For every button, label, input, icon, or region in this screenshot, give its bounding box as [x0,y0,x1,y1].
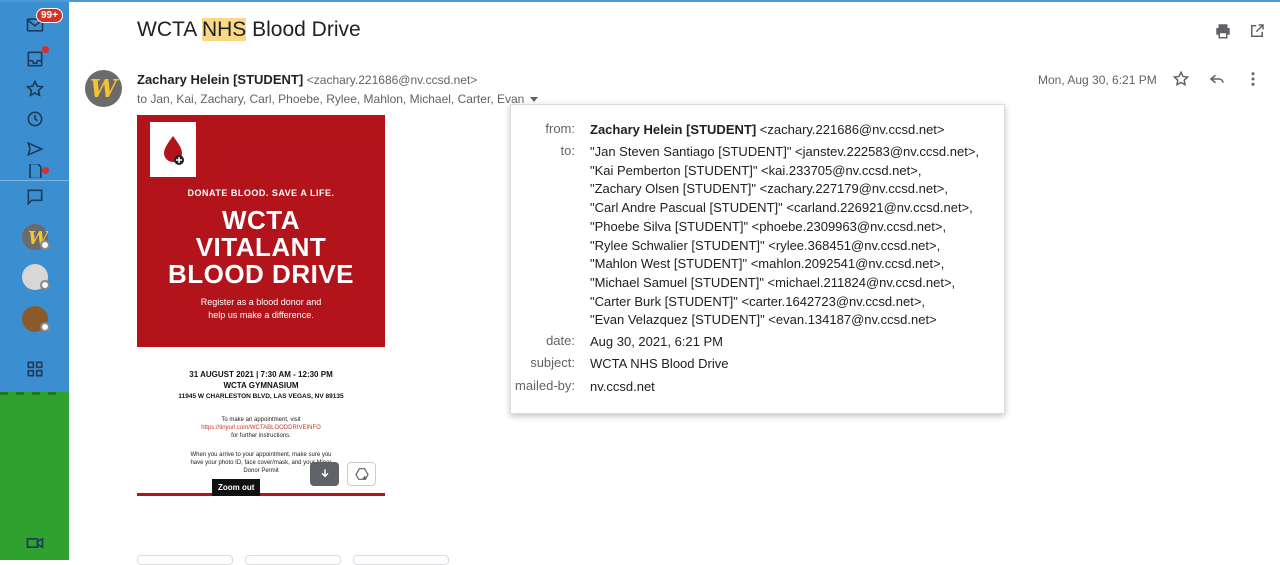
details-from-email: <zachary.221686@nv.ccsd.net> [759,122,945,137]
star-icon[interactable] [22,76,48,102]
flyer-event-date: 31 AUGUST 2021 | 7:30 AM - 12:30 PM [189,370,333,379]
rail-divider [0,180,69,181]
video-icon[interactable] [22,530,48,556]
flyer-title-line-2: VITALANT [195,232,327,262]
details-date-value: Aug 30, 2021, 6:21 PM [590,334,723,349]
sender-email: <zachary.221686@nv.ccsd.net> [306,73,478,87]
flyer-arrival-line-1: When you arrive to your appointment, mak… [190,452,332,458]
draft-notification-dot [42,167,49,174]
download-attachment-button[interactable] [310,462,339,486]
recipient-entry: "Zachary Olsen [STUDENT]" <zachary.22717… [590,181,948,197]
details-subject-row: subject: WCTA NHS Blood Drive [511,355,728,374]
details-subject-value: WCTA NHS Blood Drive [590,356,729,371]
recipient-entry: "Michael Samuel [STUDENT]" <michael.2118… [590,274,956,290]
zoom-out-button[interactable]: Zoom out [212,479,261,496]
open-in-new-window-icon[interactable] [1248,22,1266,40]
apps-icon[interactable] [22,356,48,382]
subject-search-highlight: NHS [201,18,247,41]
recipients-summary[interactable]: to Jan, Kai, Zachary, Carl, Phoebe, Ryle… [137,92,539,106]
recipient-entry: "Carter Burk [STUDENT]" <carter.1642723@… [590,293,926,309]
recipient-entry: "Phoebe Silva [STUDENT]" <phoebe.2309963… [590,218,947,234]
chat-icon[interactable] [22,184,48,210]
details-mailedby-value: nv.ccsd.net [590,379,655,394]
flyer-subtitle-line-1: Register as a blood donor and [200,297,322,307]
details-mailedby-label: mailed-by: [515,378,575,393]
flyer-title-line-3: BLOOD DRIVE [167,259,355,289]
subject-prefix: WCTA [137,18,202,41]
flyer-event-info: 31 AUGUST 2021 | 7:30 AM - 12:30 PM WCTA… [137,369,385,402]
add-to-drive-icon [354,468,369,480]
reply-icon[interactable] [1208,70,1226,88]
show-details-caret-icon[interactable] [530,97,539,103]
top-accent-line [0,0,1280,2]
email-subject-title: WCTA NHS Blood Drive [137,18,361,42]
download-icon [321,469,328,478]
star-icon[interactable] [1172,70,1190,88]
flyer-subtitle-line-2: help us make a difference. [208,310,314,320]
send-icon[interactable] [22,136,48,162]
flyer-tagline: DONATE BLOOD. SAVE A LIFE. [187,188,335,198]
sender-name[interactable]: Zachary Helein [STUDENT] [137,72,303,87]
flyer-instructions-line-1: To make an appointment, visit [221,417,301,423]
sender-line: Zachary Helein [STUDENT] <zachary.221686… [137,72,477,87]
flyer-bottom-bar [137,493,385,496]
recipient-entry: "Evan Velazquez [STUDENT]" <evan.134187@… [590,312,937,328]
flyer-event-address: 11945 W CHARLESTON BLVD, LAS VEGAS, NV 8… [178,393,344,400]
recipients-text: to Jan, Kai, Zachary, Carl, Phoebe, Ryle… [137,92,525,106]
details-from-label: from: [545,121,575,136]
details-mailedby-row: mailed-by: nv.ccsd.net [511,378,655,397]
left-rail: 99+ W [0,2,69,560]
presence-status-icon [40,280,50,290]
details-date-label: date: [546,333,575,348]
reply-all-button[interactable] [245,555,341,565]
details-from-value: Zachary Helein [STUDENT] <zachary.221686… [590,121,945,140]
reply-button[interactable] [137,555,233,565]
forward-button[interactable] [353,555,449,565]
presence-status-icon [40,240,50,250]
subject-suffix: Blood Drive [246,18,361,41]
sender-avatar[interactable]: W [85,70,122,107]
details-subject-label: subject: [530,355,575,370]
print-icon[interactable] [1214,22,1232,40]
recipient-entry: "Kai Pemberton [STUDENT]" <kai.233705@nv… [590,162,922,178]
flyer-red-panel: DONATE BLOOD. SAVE A LIFE. WCTA VITALANT… [137,115,385,347]
details-to-row: to: "Jan Steven Santiago [STUDENT]" <jan… [511,143,980,330]
add-to-drive-button[interactable] [347,462,376,486]
flyer-subtitle: Register as a blood donor and help us ma… [137,296,385,322]
flyer-event-venue: WCTA GYMNASIUM [223,381,299,390]
details-from-name: Zachary Helein [STUDENT] [590,122,757,137]
clock-icon[interactable] [22,106,48,132]
flyer-instructions-line-2: for further instructions. [231,433,291,439]
blood-drop-logo-icon [150,122,196,177]
recipient-entry: "Rylee Schwalier [STUDENT]" <rylee.36845… [590,237,941,253]
details-date-row: date: Aug 30, 2021, 6:21 PM [511,333,723,352]
flyer-title-line-1: WCTA [221,205,301,235]
recipient-entry: "Carl Andre Pascual [STUDENT]" <carland.… [590,200,973,216]
message-actions [1172,70,1262,88]
presence-status-icon [40,322,50,332]
unread-count-badge: 99+ [36,8,63,23]
more-options-icon[interactable] [1244,70,1262,88]
message-details-popover: from: Zachary Helein [STUDENT] <zachary.… [510,104,1005,414]
details-to-list: "Jan Steven Santiago [STUDENT]" <janstev… [590,143,979,330]
recipient-entry: "Mahlon West [STUDENT]" <mahlon.2092541@… [590,256,945,272]
thread-actions [1214,22,1266,40]
details-to-label: to: [560,143,575,158]
message-datetime: Mon, Aug 30, 6:21 PM [1038,73,1157,87]
flyer-info-link: https://tinyurl.com/WCTABLOODDRIVEINFO [201,425,321,431]
inbox-notification-dot [42,46,49,53]
recipient-entry: "Jan Steven Santiago [STUDENT]" <janstev… [590,144,980,159]
details-from-row: from: Zachary Helein [STUDENT] <zachary.… [511,121,945,140]
reply-buttons-row [137,555,449,565]
flyer-image-attachment[interactable]: DONATE BLOOD. SAVE A LIFE. WCTA VITALANT… [137,115,385,499]
flyer-appointment-instructions: To make an appointment, visit https://ti… [137,416,385,440]
flyer-title: WCTA VITALANT BLOOD DRIVE [137,207,385,288]
